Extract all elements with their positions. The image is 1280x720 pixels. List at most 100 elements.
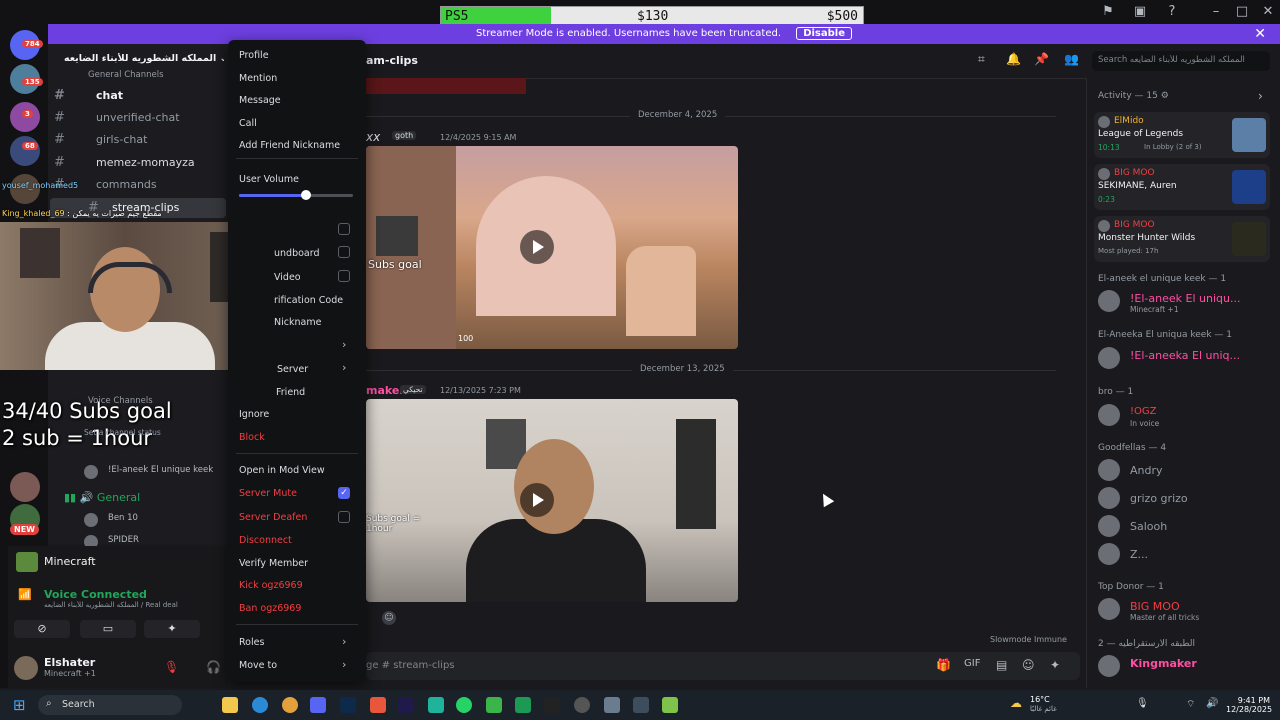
channel-status[interactable]: Set a channel status	[84, 428, 161, 437]
menu-item-friend[interactable]: Friend	[276, 387, 305, 398]
maximize-button[interactable]: □	[1230, 2, 1254, 22]
wifi-icon[interactable]: ⌔	[1186, 698, 1195, 711]
menu-item-move-to[interactable]: Move to	[239, 660, 277, 671]
server-icon[interactable]	[10, 136, 40, 166]
channel-memez-momayza[interactable]: # memez-momayza	[54, 153, 195, 173]
gif-icon[interactable]: GIF	[964, 658, 980, 669]
voice-member[interactable]: Ben 10	[84, 513, 224, 527]
xbox-icon[interactable]	[486, 697, 502, 713]
volume-icon[interactable]: 🔊	[1206, 698, 1218, 709]
menu-item-server[interactable]: Server	[277, 364, 308, 375]
menu-item-verify-member[interactable]: Verify Member	[239, 558, 308, 569]
message-author[interactable]: maker	[366, 384, 405, 397]
video-attachment[interactable]: Subs goal 100	[366, 146, 738, 349]
menu-item-mention[interactable]: Mention	[239, 73, 277, 84]
menu-item-add-friend-nickname[interactable]: Add Friend Nickname	[239, 140, 340, 151]
photoshop-icon[interactable]	[340, 697, 356, 713]
channel-girls-chat[interactable]: # girls-chat	[54, 130, 147, 150]
sticker-icon[interactable]: ▤	[996, 658, 1007, 672]
menu-item-server-mute[interactable]: Server Mute	[239, 488, 297, 499]
play-icon[interactable]	[520, 230, 554, 264]
disable-streamer-mode-button[interactable]: Disable	[796, 27, 852, 40]
menu-item-block[interactable]: Block	[239, 432, 265, 443]
pin-icon[interactable]: 📌	[1034, 52, 1049, 66]
menu-item-open-mod-view[interactable]: Open in Mod View	[239, 465, 325, 476]
guild-tag[interactable]: goth	[392, 131, 417, 140]
video-attachment[interactable]: Subs goal = 1hour	[366, 399, 738, 602]
camera-off-icon[interactable]: ⊘	[14, 620, 70, 638]
apps-icon[interactable]: ✦	[1050, 658, 1060, 672]
voice-category[interactable]: Voice Channels	[88, 396, 153, 406]
search-input[interactable]: Search المملكه الشطوريه للأبناء الضايعه	[1092, 51, 1270, 71]
minimize-button[interactable]: –	[1204, 2, 1228, 22]
message-author[interactable]: xx	[366, 130, 380, 144]
checkbox[interactable]	[338, 511, 350, 523]
activity-game[interactable]: Minecraft	[14, 552, 224, 572]
screen-icon[interactable]: ▣	[1128, 2, 1152, 22]
voice-member[interactable]: !El-aneek El unique keek	[84, 465, 224, 479]
add-reaction-icon[interactable]: ☺	[382, 611, 396, 625]
activity-card[interactable]: BIG MOO SEKIMANE, Auren 0:23	[1094, 164, 1270, 210]
file-explorer-icon[interactable]	[222, 697, 238, 713]
user-volume-knob[interactable]	[301, 190, 312, 200]
mic-icon[interactable]: 🎙	[1136, 698, 1149, 709]
play-icon[interactable]	[520, 483, 554, 517]
avatar[interactable]	[14, 656, 38, 680]
settings-icon[interactable]	[604, 697, 620, 713]
minecraft-icon[interactable]	[662, 697, 678, 713]
menu-item-nickname[interactable]: Nickname	[274, 317, 321, 328]
menu-item-message[interactable]: Message	[239, 95, 281, 106]
epic-games-icon[interactable]	[544, 697, 560, 713]
whatsapp-icon[interactable]	[456, 697, 472, 713]
taskbar-clock[interactable]: 9:41 PM 12/28/2025	[1226, 696, 1272, 714]
premiere-icon[interactable]	[398, 697, 414, 713]
voice-connected-channel[interactable]: المملكه الشطوريه للأبناء الضايعه / Real …	[44, 601, 224, 609]
close-icon[interactable]: ✕	[1254, 24, 1266, 44]
screen-share-icon[interactable]: ▭	[80, 620, 136, 638]
menu-item-ignore[interactable]: Ignore	[239, 409, 269, 420]
chrome-icon[interactable]	[282, 697, 298, 713]
app-icon[interactable]	[515, 697, 531, 713]
activity-title[interactable]: Activity — 15 ⚙	[1098, 91, 1169, 101]
menu-item-kick[interactable]: Kick ogz6969	[239, 580, 303, 591]
brave-icon[interactable]	[370, 697, 386, 713]
menu-item-server-deafen[interactable]: Server Deafen	[239, 512, 307, 523]
calculator-icon[interactable]	[633, 697, 649, 713]
menu-item-soundboard[interactable]: undboard	[274, 248, 320, 259]
mute-icon[interactable]: 🎙	[164, 660, 179, 674]
weather-temp[interactable]: 16°C	[1030, 695, 1050, 704]
chevron-right-icon[interactable]: ›	[1258, 89, 1263, 103]
checkbox[interactable]	[338, 270, 350, 282]
menu-item-verification-code[interactable]: rification Code	[274, 295, 343, 306]
gift-icon[interactable]: 🎁	[936, 658, 951, 672]
guild-tag[interactable]: تحيكي	[400, 385, 426, 394]
edge-icon[interactable]	[252, 697, 268, 713]
windows-start-icon[interactable]: ⊞	[13, 697, 29, 713]
taskbar-search[interactable]: ⌕ Search	[38, 695, 182, 715]
activities-icon[interactable]: ✦	[144, 620, 200, 638]
menu-item-call[interactable]: Call	[239, 118, 257, 129]
discord-icon[interactable]	[310, 697, 326, 713]
user-volume-slider[interactable]	[239, 190, 353, 200]
checkbox-checked-icon[interactable]: ✓	[338, 487, 350, 499]
channel-chat[interactable]: # chat	[54, 86, 123, 106]
voice-channel-general[interactable]: ▮▮ 🔊 General	[64, 491, 140, 504]
help-icon[interactable]: ?	[1160, 2, 1184, 22]
channel-category[interactable]: General Channels	[88, 70, 164, 80]
voice-connected-title[interactable]: Voice Connected	[44, 588, 147, 601]
obs-icon[interactable]	[574, 697, 590, 713]
menu-item-disconnect[interactable]: Disconnect	[239, 535, 292, 546]
message-input[interactable]: ge # stream-clips 🎁 GIF ▤ ☺ ✦	[366, 652, 1080, 680]
gear-icon[interactable]: ⚙	[1161, 91, 1169, 101]
checkbox[interactable]	[338, 246, 350, 258]
activity-card[interactable]: BIG MOO Monster Hunter Wilds Most played…	[1094, 216, 1270, 262]
checkbox[interactable]	[338, 223, 350, 235]
headphones-icon[interactable]: 🎧	[206, 660, 221, 674]
inbox-icon[interactable]: ⚑	[1096, 2, 1120, 22]
weather-icon[interactable]: ☁	[1010, 696, 1022, 710]
server-icon[interactable]	[10, 472, 40, 502]
menu-item-roles[interactable]: Roles	[239, 637, 264, 648]
channel-unverified-chat[interactable]: # unverified-chat	[54, 108, 180, 128]
members-icon[interactable]: 👥	[1064, 52, 1079, 66]
menu-item-video[interactable]: Video	[274, 272, 301, 283]
